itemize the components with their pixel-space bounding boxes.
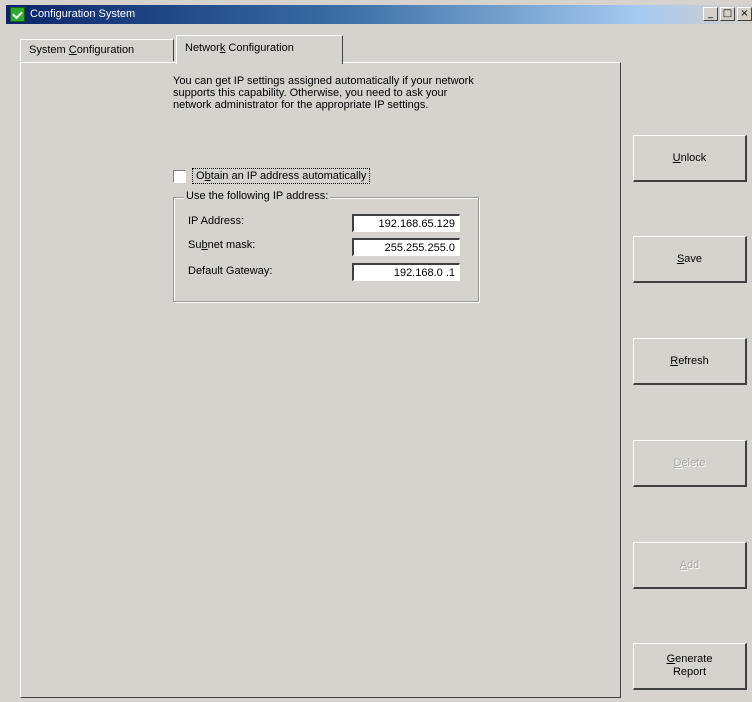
- window-title: Configuration System: [30, 8, 136, 20]
- maximize-button[interactable]: □: [720, 7, 735, 21]
- subnet-mask-label: Subnet mask:: [188, 239, 255, 251]
- unlock-button[interactable]: Unlock: [633, 135, 747, 182]
- ip-address-label-text: IP Address:: [188, 215, 245, 227]
- window-controls: _ □ ×: [703, 7, 752, 21]
- static-ip-group: Use the following IP address: IP Address…: [173, 190, 479, 302]
- save-button[interactable]: Save: [633, 236, 747, 283]
- generate-report-accel: G: [666, 653, 676, 665]
- unlock-accel: U: [672, 151, 681, 164]
- generate-report-button[interactable]: Generate Report: [633, 643, 747, 690]
- add-button-label: Add: [680, 559, 700, 572]
- delete-accel: D: [673, 456, 682, 469]
- ip-address-label: IP Address:: [188, 215, 244, 227]
- minimize-button[interactable]: _: [703, 7, 718, 21]
- tab-network-configuration[interactable]: Network Configuration: [176, 35, 343, 64]
- add-rest: dd: [687, 558, 700, 571]
- default-gateway-input[interactable]: [352, 263, 460, 281]
- delete-rest: elete: [681, 456, 706, 469]
- auto-ip-label-prefix: O: [196, 170, 205, 182]
- app-icon: [10, 7, 25, 22]
- refresh-button[interactable]: Refresh: [633, 338, 747, 385]
- close-button[interactable]: ×: [737, 7, 752, 21]
- tab-label-suffix: Configuration: [225, 42, 294, 54]
- auto-ip-option[interactable]: Obtain an IP address automatically: [173, 168, 371, 184]
- default-gateway-label-text: Default Gateway:: [188, 265, 273, 277]
- subnet-mask-label-prefix: Su: [188, 239, 202, 251]
- intro-text: You can get IP settings assigned automat…: [173, 75, 474, 111]
- generate-report-button-label: Generate Report: [667, 653, 713, 679]
- auto-ip-label-suffix: tain an IP address automatically: [210, 170, 367, 182]
- subnet-mask-input[interactable]: [352, 238, 460, 256]
- refresh-rest: efresh: [678, 354, 709, 367]
- save-rest: ave: [684, 252, 703, 265]
- delete-button[interactable]: Delete: [633, 440, 747, 487]
- auto-ip-checkbox[interactable]: [173, 169, 186, 183]
- default-gateway-label: Default Gateway:: [188, 265, 272, 277]
- tab-label-prefix: Networ: [185, 42, 220, 54]
- save-button-label: Save: [677, 253, 702, 266]
- static-ip-group-title: Use the following IP address:: [184, 190, 331, 202]
- refresh-accel: R: [670, 354, 679, 367]
- configuration-window: Configuration System _ □ × System Config…: [0, 0, 752, 702]
- add-button[interactable]: Add: [633, 542, 747, 589]
- title-bar[interactable]: Configuration System _ □ ×: [6, 5, 752, 24]
- delete-button-label: Delete: [674, 457, 706, 470]
- tab-label-suffix: onfiguration: [76, 44, 135, 56]
- tab-label-prefix: System: [29, 44, 69, 56]
- ip-address-input[interactable]: [352, 214, 460, 232]
- tab-system-configuration[interactable]: System Configuration: [20, 39, 174, 61]
- auto-ip-label[interactable]: Obtain an IP address automatically: [192, 168, 371, 184]
- tab-label-accel: C: [68, 44, 77, 56]
- unlock-rest: nlock: [680, 151, 707, 164]
- subnet-mask-label-suffix: net mask:: [207, 239, 256, 251]
- refresh-button-label: Refresh: [670, 355, 709, 368]
- network-configuration-panel: You can get IP settings assigned automat…: [20, 62, 621, 698]
- add-accel: A: [679, 558, 688, 571]
- unlock-button-label: Unlock: [673, 152, 707, 165]
- generate-report-rest: enerate Report: [672, 653, 713, 678]
